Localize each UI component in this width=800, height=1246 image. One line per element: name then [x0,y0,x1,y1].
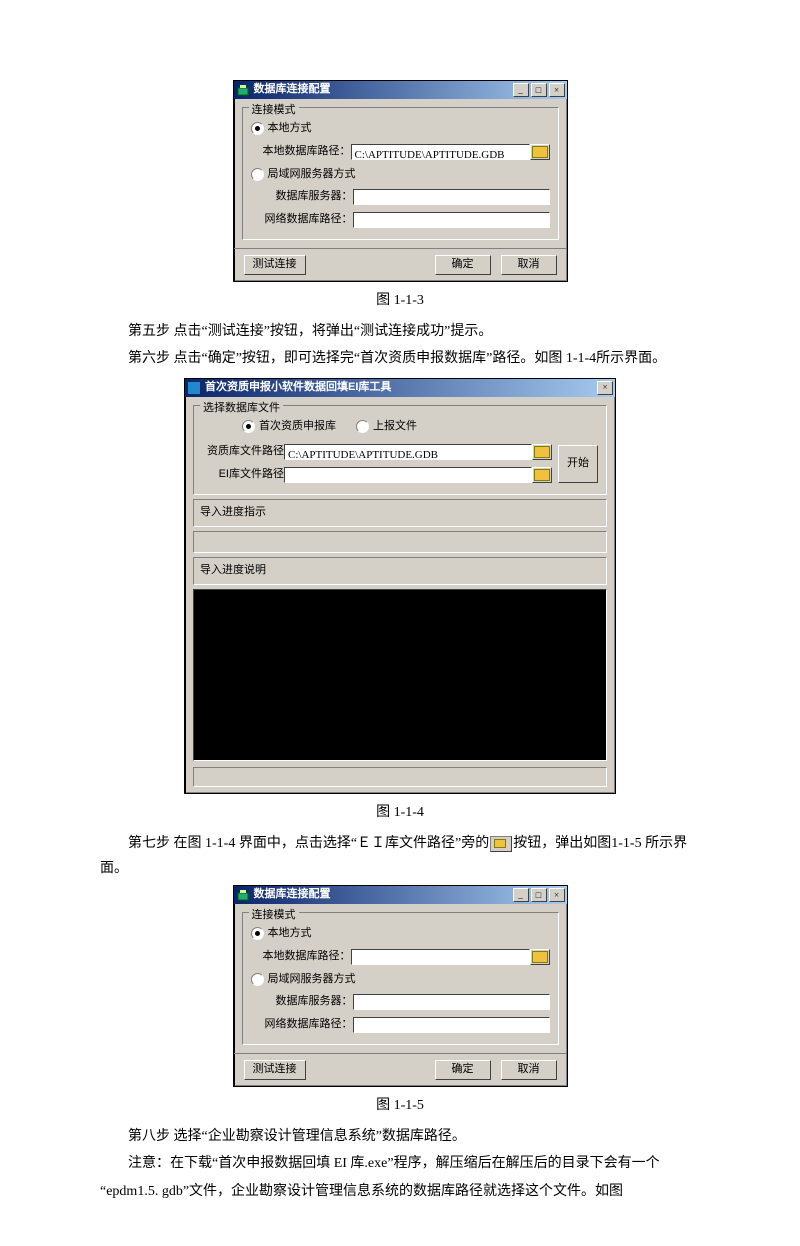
ok-button[interactable]: 确定 [435,1060,491,1080]
dialog-buttons: 测试连接 确定 取消 [234,248,567,281]
folder-icon [534,446,550,458]
progress-bar [193,531,607,553]
folder-icon [534,469,550,481]
dialog-title: 数据库连接配置 [254,80,511,100]
server-input[interactable] [353,189,550,205]
status-bar [193,767,607,787]
local-path-input[interactable]: C:\APTITUDE\APTITUDE.GDB [351,144,530,160]
dialog-title: 首次资质申报小软件数据回填EI库工具 [205,378,595,398]
netpath-label: 网络数据库路径： [263,1015,353,1035]
browse-local-button[interactable] [530,949,550,965]
local-path-label: 本地数据库路径： [263,142,351,162]
folder-icon [532,951,548,963]
figure-caption-2: 图 1-1-4 [100,800,700,825]
first-apply-radio[interactable] [242,420,255,433]
close-button[interactable]: × [597,381,613,395]
local-path-input[interactable] [351,949,530,965]
test-connection-button[interactable]: 测试连接 [244,1060,306,1080]
group-legend: 选择数据库文件 [200,399,283,419]
app-icon [187,381,201,395]
netpath-input[interactable] [353,212,550,228]
local-radio[interactable] [251,927,264,940]
note-line-1: 注意：在下载“首次申报数据回填 EI 库.exe”程序，解压缩后在解压后的目录下… [100,1151,700,1176]
select-db-group: 选择数据库文件 首次资质申报库 上报文件 资质库文件路径 C:\APTITUDE… [193,405,607,495]
folder-icon [532,146,548,158]
lan-radio-label: 局域网服务器方式 [268,165,356,185]
lan-radio[interactable] [251,973,264,986]
browse-local-button[interactable] [530,144,550,160]
local-radio[interactable] [251,122,264,135]
browse-icon-inline [490,836,512,852]
note-line-2: “epdm1.5. gdb”文件，企业勘察设计管理信息系统的数据库路径就选择这个… [100,1179,700,1204]
upload-file-label: 上报文件 [373,417,417,437]
start-button[interactable]: 开始 [558,445,598,483]
progress-indicator-label: 导入进度指示 [193,499,607,527]
db-config-dialog-2: 数据库连接配置 _ □ × 连接模式 本地方式 本地数据库路径： 局域网服务器方… [233,885,568,1087]
log-output [193,589,607,761]
connection-mode-group: 连接模式 本地方式 本地数据库路径： 局域网服务器方式 数据库服务器： 网络数据… [242,912,559,1045]
q-path-input[interactable]: C:\APTITUDE\APTITUDE.GDB [284,444,532,460]
db-config-dialog-1: 数据库连接配置 _ □ × 连接模式 本地方式 本地数据库路径： C:\APTI… [233,80,568,282]
ei-tool-dialog: 首次资质申报小软件数据回填EI库工具 × 选择数据库文件 首次资质申报库 上报文… [184,378,616,794]
figure-caption-3: 图 1-1-5 [100,1093,700,1118]
app-icon [236,888,250,902]
test-connection-button[interactable]: 测试连接 [244,255,306,275]
cancel-button[interactable]: 取消 [501,1060,557,1080]
progress-desc-label: 导入进度说明 [193,557,607,585]
ei-path-label: EI库文件路径 [202,465,284,485]
step-5-text: 第五步 点击“测试连接”按钮，将弹出“测试连接成功”提示。 [100,319,700,344]
server-label: 数据库服务器： [263,992,353,1012]
q-path-label: 资质库文件路径 [202,442,284,462]
server-label: 数据库服务器： [263,187,353,207]
minimize-button[interactable]: _ [513,888,529,902]
server-input[interactable] [353,994,550,1010]
document-page: 数据库连接配置 _ □ × 连接模式 本地方式 本地数据库路径： C:\APTI… [0,0,800,1246]
close-button[interactable]: × [549,888,565,902]
ei-path-input[interactable] [284,467,532,483]
netpath-input[interactable] [353,1017,550,1033]
netpath-label: 网络数据库路径： [263,210,353,230]
close-button[interactable]: × [549,83,565,97]
maximize-button[interactable]: □ [531,888,547,902]
first-apply-label: 首次资质申报库 [259,417,336,437]
titlebar: 首次资质申报小软件数据回填EI库工具 × [185,379,615,397]
minimize-button[interactable]: _ [513,83,529,97]
app-icon [236,83,250,97]
figure-caption-1: 图 1-1-3 [100,288,700,313]
step-7-text: 第七步 在图 1-1-4 界面中，点击选择“ＥＩ库文件路径”旁的按钮，弹出如图1… [100,831,700,881]
step-8-text: 第八步 选择“企业勘察设计管理信息系统”数据库路径。 [100,1124,700,1149]
dialog-title: 数据库连接配置 [254,885,511,905]
maximize-button[interactable]: □ [531,83,547,97]
titlebar: 数据库连接配置 _ □ × [234,81,567,99]
titlebar: 数据库连接配置 _ □ × [234,886,567,904]
group-legend: 连接模式 [249,906,299,926]
browse-q-button[interactable] [532,444,552,460]
cancel-button[interactable]: 取消 [501,255,557,275]
browse-ei-button[interactable] [532,467,552,483]
step-7-text-a: 第七步 在图 1-1-4 界面中，点击选择“ＥＩ库文件路径”旁的 [128,836,489,851]
connection-mode-group: 连接模式 本地方式 本地数据库路径： C:\APTITUDE\APTITUDE.… [242,107,559,240]
ok-button[interactable]: 确定 [435,255,491,275]
local-radio-label: 本地方式 [268,924,312,944]
step-6-text: 第六步 点击“确定”按钮，即可选择完“首次资质申报数据库”路径。如图 1-1-4… [100,346,700,371]
lan-radio-label: 局域网服务器方式 [268,970,356,990]
local-path-label: 本地数据库路径： [263,947,351,967]
group-legend: 连接模式 [249,101,299,121]
local-radio-label: 本地方式 [268,119,312,139]
dialog-buttons: 测试连接 确定 取消 [234,1053,567,1086]
upload-file-radio[interactable] [356,420,369,433]
lan-radio[interactable] [251,168,264,181]
